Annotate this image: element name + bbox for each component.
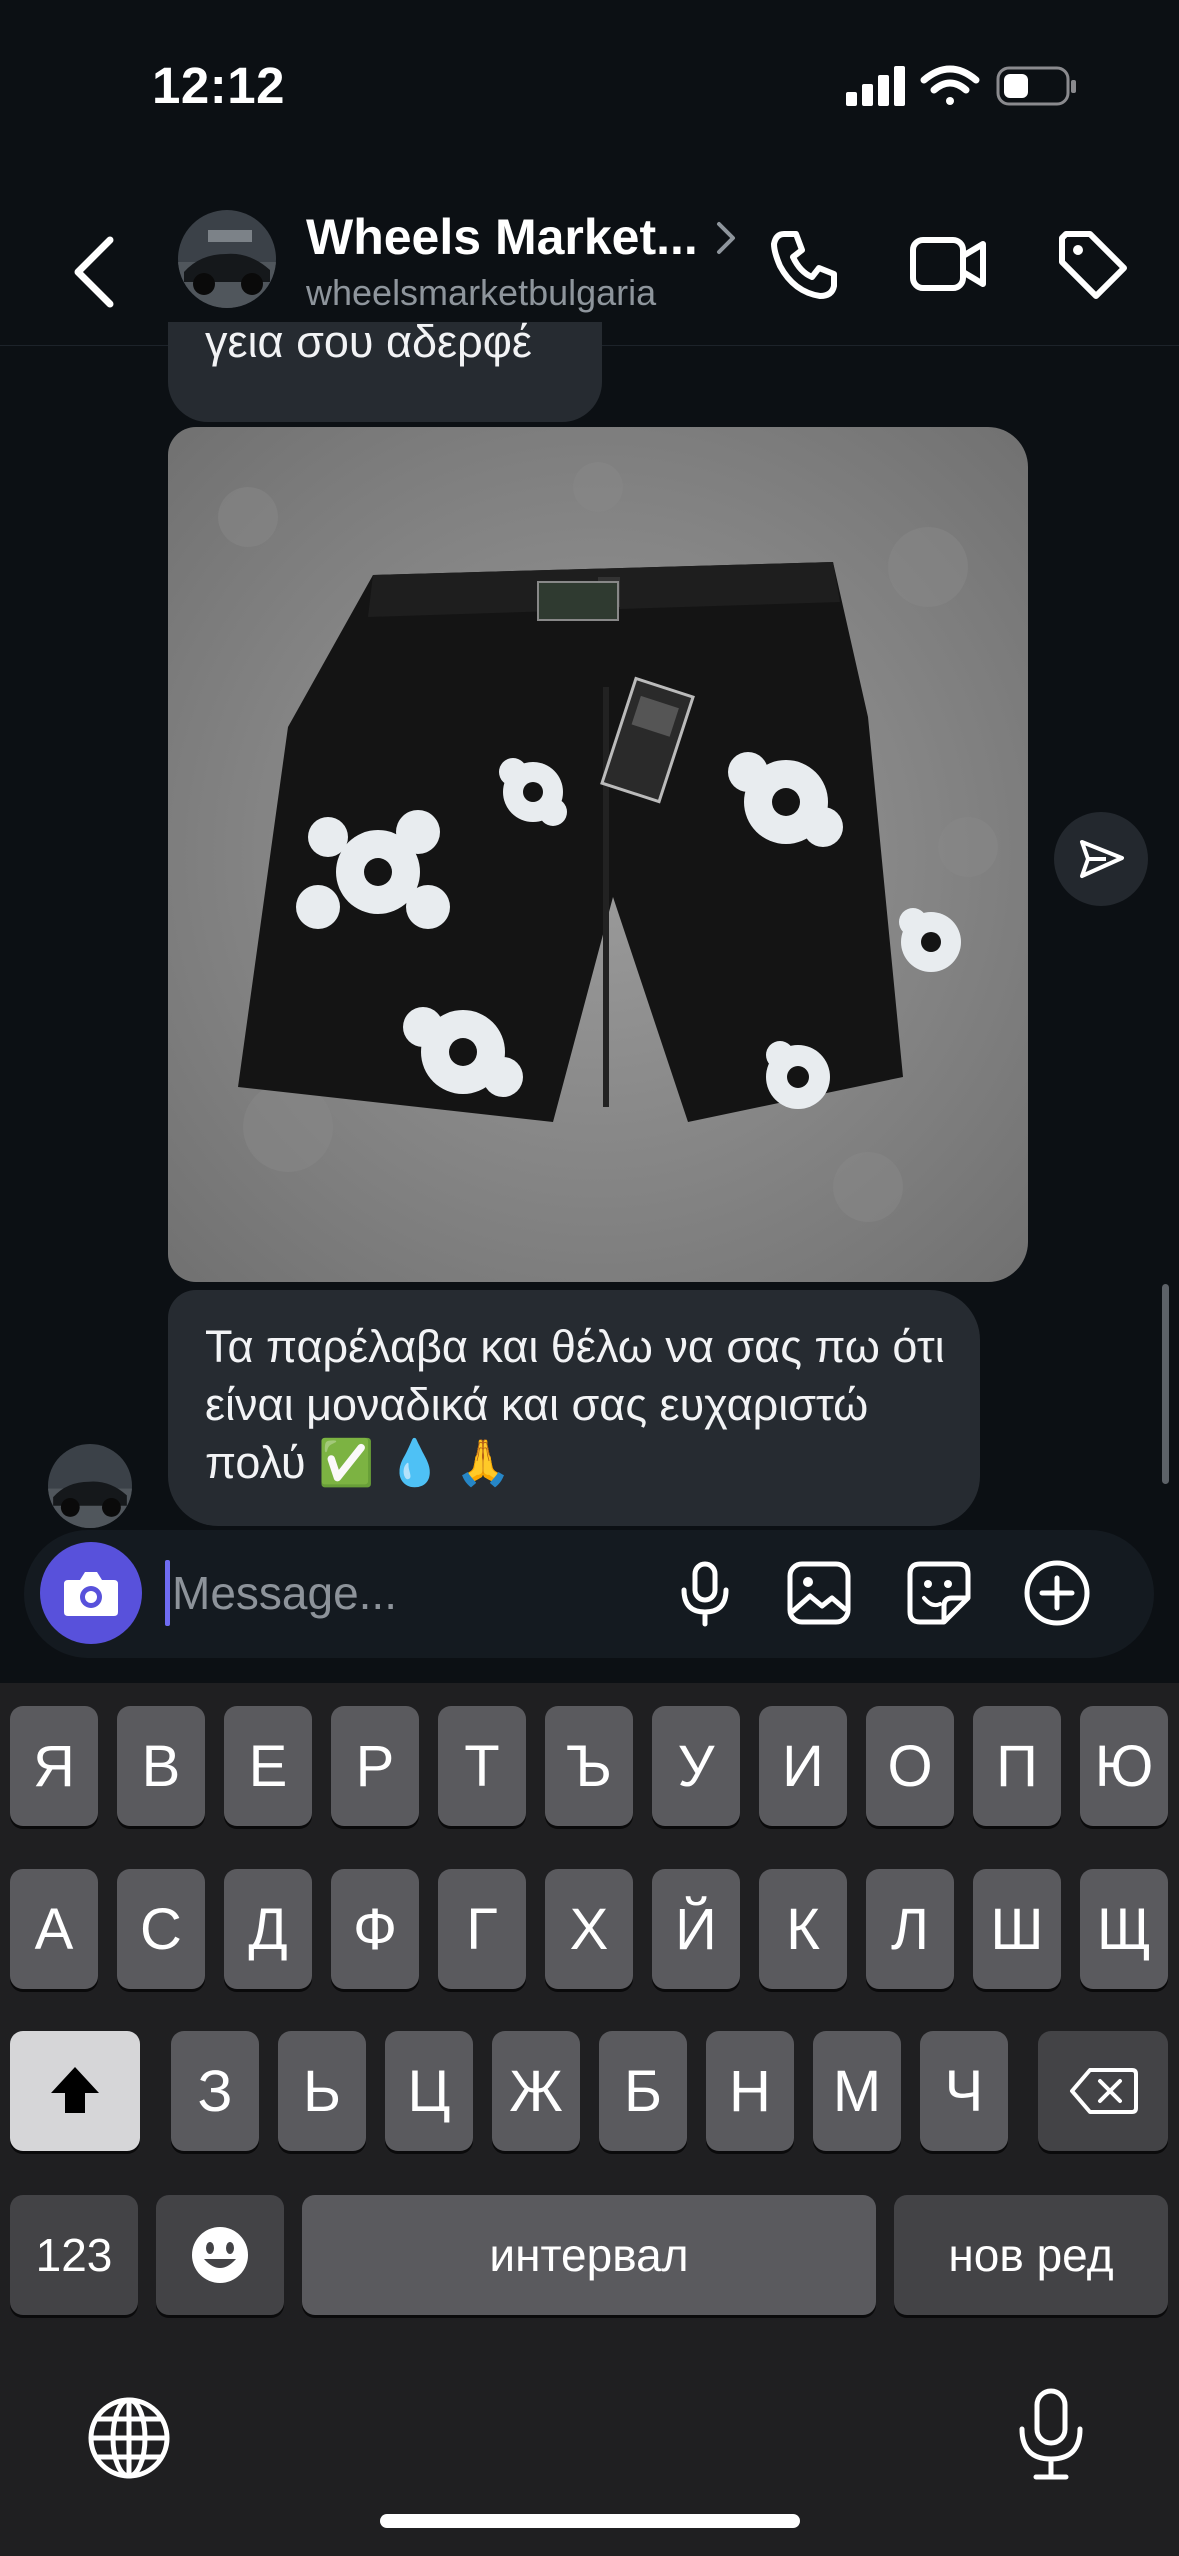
tag-icon <box>1059 231 1127 299</box>
message-bubble[interactable]: Τα παρέλαβα και θέλω να σας πω ότι είναι… <box>168 1290 980 1526</box>
space-key-label: интервал <box>489 2229 689 2281</box>
backspace-icon <box>1070 2068 1138 2114</box>
tag-button[interactable] <box>1052 224 1132 304</box>
key-letter[interactable]: Т <box>438 1706 526 1826</box>
paper-plane-icon <box>1080 840 1124 878</box>
key-letter[interactable]: С <box>117 1869 205 1989</box>
contact-avatar[interactable] <box>178 210 276 308</box>
battery-icon <box>996 66 1076 106</box>
shift-arrow-icon <box>51 2067 99 2113</box>
key-letter[interactable]: И <box>759 1706 847 1826</box>
chevron-right-icon[interactable] <box>714 218 738 258</box>
key-letter[interactable]: Б <box>599 2031 687 2151</box>
return-key-label: нов ред <box>948 2229 1114 2281</box>
contact-handle[interactable]: wheelsmarketbulgaria <box>306 272 656 314</box>
video-call-button[interactable] <box>908 224 988 304</box>
gallery-button[interactable] <box>784 1558 854 1628</box>
chevron-left-icon <box>74 236 114 308</box>
key-letter[interactable]: Л <box>866 1869 954 1989</box>
key-letter[interactable]: Д <box>224 1869 312 1989</box>
message-text: γεια σου αδερφέ <box>205 322 532 367</box>
share-button[interactable] <box>1054 812 1148 906</box>
key-letter[interactable]: Х <box>545 1869 633 1989</box>
text-cursor <box>165 1560 170 1626</box>
key-letter[interactable]: Ш <box>973 1869 1061 1989</box>
key-letter[interactable]: О <box>866 1706 954 1826</box>
key-letter[interactable]: У <box>652 1706 740 1826</box>
back-button[interactable] <box>68 232 124 312</box>
keyboard: ЯВЕРТЪУИОПЮ АСДФГХЙКЛШЩ ЗЬЦЖБНМЧ 123 инт… <box>0 1683 1179 2556</box>
dictation-key[interactable] <box>1006 2385 1096 2485</box>
backspace-key[interactable] <box>1038 2031 1168 2151</box>
message-bubble[interactable]: γεια σου αδερφέ <box>168 322 602 422</box>
key-letter[interactable]: З <box>171 2031 259 2151</box>
microphone-icon <box>681 1561 729 1627</box>
key-letter[interactable]: Ц <box>385 2031 473 2151</box>
camera-button[interactable] <box>40 1542 142 1644</box>
wifi-icon <box>920 65 980 105</box>
message-input[interactable] <box>172 1558 672 1628</box>
shift-key[interactable] <box>10 2031 140 2151</box>
camera-icon <box>64 1572 118 1616</box>
space-key[interactable]: интервал <box>302 2195 876 2315</box>
key-letter[interactable]: Й <box>652 1869 740 1989</box>
image-icon <box>787 1561 851 1625</box>
key-letter[interactable]: Ч <box>920 2031 1008 2151</box>
key-letter[interactable]: Я <box>10 1706 98 1826</box>
return-key[interactable]: нов ред <box>894 2195 1168 2315</box>
numbers-key[interactable]: 123 <box>10 2195 138 2315</box>
key-letter[interactable]: Р <box>331 1706 419 1826</box>
sender-avatar[interactable] <box>48 1444 132 1528</box>
key-letter[interactable]: Ф <box>331 1869 419 1989</box>
phone-icon <box>771 231 837 299</box>
key-letter[interactable]: М <box>813 2031 901 2151</box>
numbers-key-label: 123 <box>35 2229 113 2281</box>
globe-icon <box>88 2397 170 2479</box>
chat-header: Wheels Market... wheelsmarketbulgaria <box>0 170 1179 346</box>
contact-name[interactable]: Wheels Market... <box>306 208 698 266</box>
shared-photo[interactable] <box>168 427 1028 1282</box>
emoji-key[interactable] <box>156 2195 284 2315</box>
key-letter[interactable]: П <box>973 1706 1061 1826</box>
key-letter[interactable]: В <box>117 1706 205 1826</box>
key-letter[interactable]: А <box>10 1869 98 1989</box>
status-time: 12:12 <box>152 57 285 114</box>
sticker-icon <box>907 1561 971 1625</box>
scrollbar[interactable] <box>1162 1284 1169 1484</box>
audio-call-button[interactable] <box>764 224 844 304</box>
key-letter[interactable]: Ь <box>278 2031 366 2151</box>
voice-message-button[interactable] <box>670 1558 740 1628</box>
home-indicator <box>380 2514 800 2528</box>
key-letter[interactable]: Г <box>438 1869 526 1989</box>
more-options-button[interactable] <box>1022 1558 1092 1628</box>
key-letter[interactable]: Ж <box>492 2031 580 2151</box>
key-letter[interactable]: К <box>759 1869 847 1989</box>
sticker-button[interactable] <box>904 1558 974 1628</box>
status-icons <box>842 62 1082 112</box>
plus-circle-icon <box>1024 1560 1090 1626</box>
microphone-icon <box>1019 2388 1083 2480</box>
key-letter[interactable]: Н <box>706 2031 794 2151</box>
cellular-signal-icon <box>846 66 905 106</box>
key-letter[interactable]: Ъ <box>545 1706 633 1826</box>
key-letter[interactable]: Е <box>224 1706 312 1826</box>
video-camera-icon <box>910 237 986 291</box>
key-letter[interactable]: Ю <box>1080 1706 1168 1826</box>
globe-key[interactable] <box>84 2393 174 2483</box>
key-letter[interactable]: Щ <box>1080 1869 1168 1989</box>
message-text: Τα παρέλαβα και θέλω να σας πω ότι είναι… <box>205 1321 945 1488</box>
emoji-icon <box>192 2227 248 2283</box>
message-composer <box>24 1530 1154 1658</box>
